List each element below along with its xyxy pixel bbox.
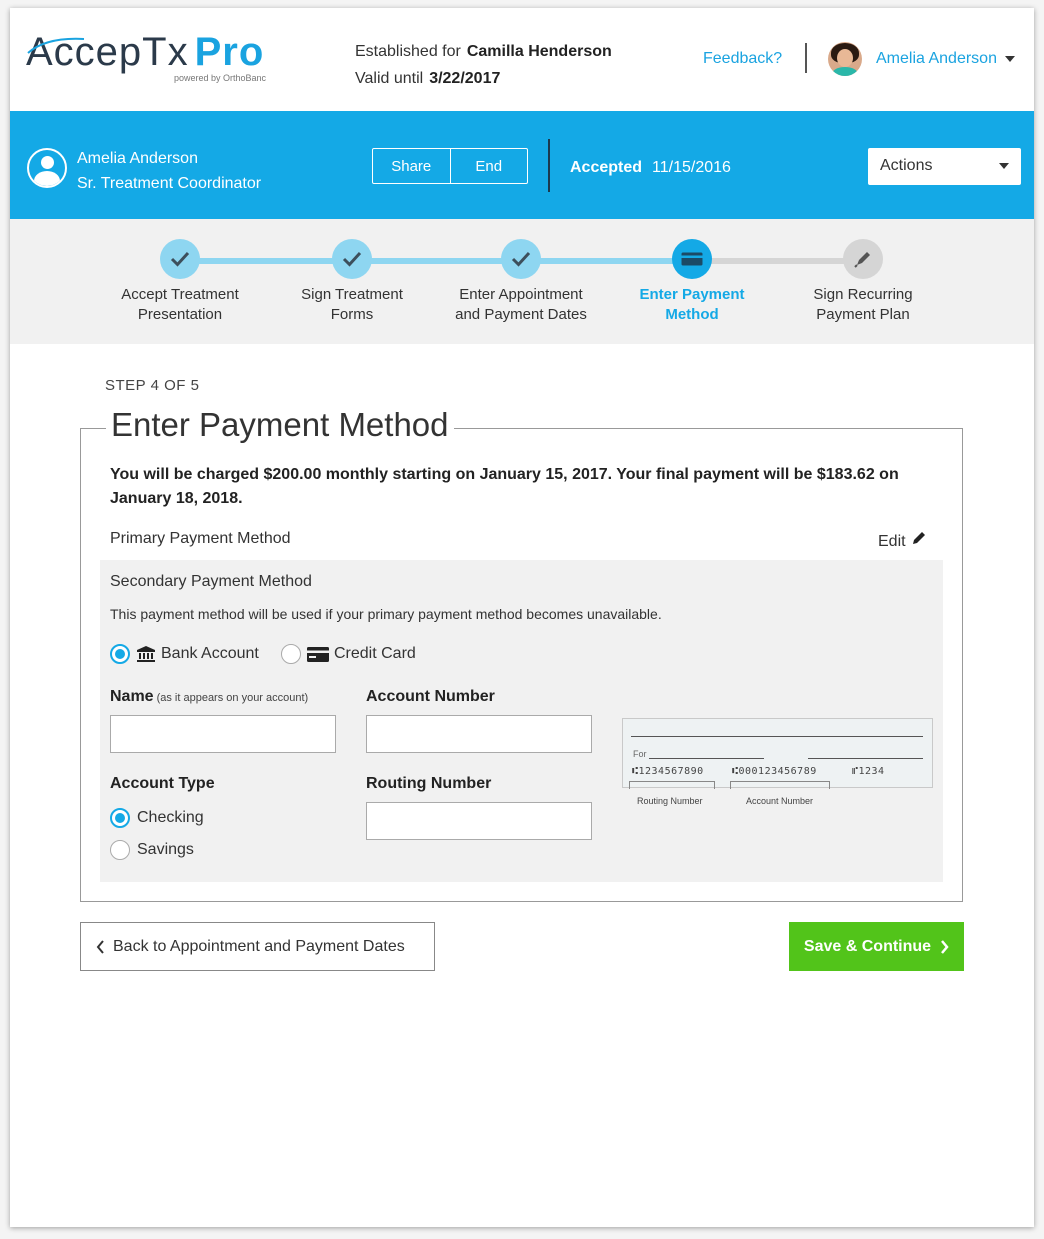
secondary-payment-section: Secondary Payment Method This payment me… [100,560,943,882]
checking-option[interactable]: Checking [110,808,204,828]
status: Accepted 11/15/2016 [570,159,731,177]
caret-down-icon [999,163,1009,169]
coordinator-info: Amelia Anderson Sr. Treatment Coordinato… [77,146,261,196]
check-account-caption: Account Number [746,796,814,806]
caret-down-icon [1004,55,1015,62]
secondary-title: Secondary Payment Method [110,573,312,590]
valid-label: Valid until [355,70,424,87]
plan-info: Established for Camilla Henderson Valid u… [355,38,612,92]
check-micr-number: ⑈1234 [852,766,885,777]
step-label-line: Sign Recurring [813,286,913,303]
logo-subtitle: powered by OrthoBanc [174,73,267,83]
page-title: Enter Payment Method [106,406,454,444]
edit-primary-button[interactable]: Edit [873,530,927,551]
check-icon [332,239,372,279]
step-label-line: Enter Payment [639,286,745,303]
step-sign-forms[interactable]: Sign Treatment Forms [272,239,432,325]
bank-account-option[interactable]: Bank Account [110,644,259,664]
valid-date: 3/22/2017 [429,70,501,87]
status-date: 11/15/2016 [652,159,731,176]
back-button[interactable]: Back to Appointment and Payment Dates [80,922,435,971]
step-accept-treatment[interactable]: Accept Treatment Presentation [100,239,260,325]
bank-account-label: Bank Account [161,645,259,662]
step-label-line: Presentation [137,306,223,323]
back-label: Back to Appointment and Payment Dates [113,937,405,955]
share-end-group: Share End [372,148,528,184]
share-button[interactable]: Share [373,149,450,183]
top-header: AccepTx Pro powered by OrthoBanc Establis… [10,8,1034,111]
logo-swoosh-icon [27,37,85,54]
account-type-label: Account Type [110,775,215,792]
name-hint: (as it appears on your account) [156,692,309,704]
credit-card-icon [307,646,329,662]
sample-check-illustration: For ⑆1234567890 ⑆000123456789 ⑈1234 [622,718,933,789]
user-circle-icon [27,148,67,188]
progress-stepper: Accept Treatment Presentation Sign Treatm… [10,219,1034,344]
bank-icon [137,646,155,662]
chevron-left-icon [96,939,104,954]
save-continue-button[interactable]: Save & Continue [789,922,964,971]
established-label: Established for [355,43,461,60]
step-label-line: Enter Appointment [459,286,583,303]
routing-number-label: Routing Number [366,775,492,792]
check-icon [501,239,541,279]
save-label: Save & Continue [803,937,932,955]
actions-dropdown[interactable]: Actions [868,148,1021,185]
coordinator-bar: Amelia Anderson Sr. Treatment Coordinato… [10,111,1034,219]
user-menu[interactable]: Amelia Anderson [876,50,1015,68]
routing-number-input[interactable] [366,802,592,840]
checking-radio[interactable] [110,808,130,828]
credit-card-icon [672,239,712,279]
step-label-line: and Payment Dates [455,306,587,323]
status-label: Accepted [570,159,643,176]
credit-card-label: Credit Card [334,645,416,662]
secondary-description: This payment method will be used if your… [110,606,662,622]
header-divider [805,43,807,73]
bank-account-radio[interactable] [110,644,130,664]
step-label-line: Payment Plan [816,306,910,323]
account-number-label: Account Number [366,688,495,705]
step-indicator: STEP 4 OF 5 [105,377,200,394]
pencil-icon [911,530,927,551]
step-payment-method[interactable]: Enter Payment Method [612,239,772,325]
savings-label: Savings [137,841,194,858]
account-number-input[interactable] [366,715,592,753]
name-label: Name (as it appears on your account) [110,688,309,705]
savings-radio[interactable] [110,840,130,860]
pen-icon [843,239,883,279]
charge-notice: You will be charged $200.00 monthly star… [110,466,899,507]
step-label-line: Accept Treatment [121,286,239,303]
check-icon [160,239,200,279]
coordinator-name: Amelia Anderson [77,150,198,167]
edit-label: Edit [878,533,906,550]
credit-card-option[interactable]: Credit Card [281,644,416,664]
end-button[interactable]: End [449,149,528,183]
coordinator-role: Sr. Treatment Coordinator [77,175,262,192]
step-sign-payment-plan[interactable]: Sign Recurring Payment Plan [783,239,943,325]
feedback-link[interactable]: Feedback? [703,50,782,68]
checking-label: Checking [137,809,204,826]
step-label-line: Forms [330,306,374,323]
accepttx-logo: AccepTx Pro powered by OrthoBanc [26,30,266,83]
step-label-line: Sign Treatment [301,286,403,303]
chevron-right-icon [941,939,949,954]
name-input[interactable] [110,715,336,753]
bar-divider [548,139,550,192]
savings-option[interactable]: Savings [110,840,194,860]
primary-payment-label: Primary Payment Method [110,530,291,547]
avatar[interactable] [828,42,862,76]
step-label-line: Method [665,306,719,323]
check-micr-routing: ⑆1234567890 [632,766,704,777]
actions-label: Actions [880,157,933,174]
check-micr-account: ⑆000123456789 [732,766,817,777]
check-routing-caption: Routing Number [637,796,703,806]
logo-pro: Pro [194,30,265,74]
step-appointment-dates[interactable]: Enter Appointment and Payment Dates [441,239,601,325]
check-for-label: For [633,749,647,759]
patient-name: Camilla Henderson [466,43,612,60]
app-window: AccepTx Pro powered by OrthoBanc Establis… [10,8,1034,1227]
user-menu-name: Amelia Anderson [876,50,997,67]
credit-card-radio[interactable] [281,644,301,664]
